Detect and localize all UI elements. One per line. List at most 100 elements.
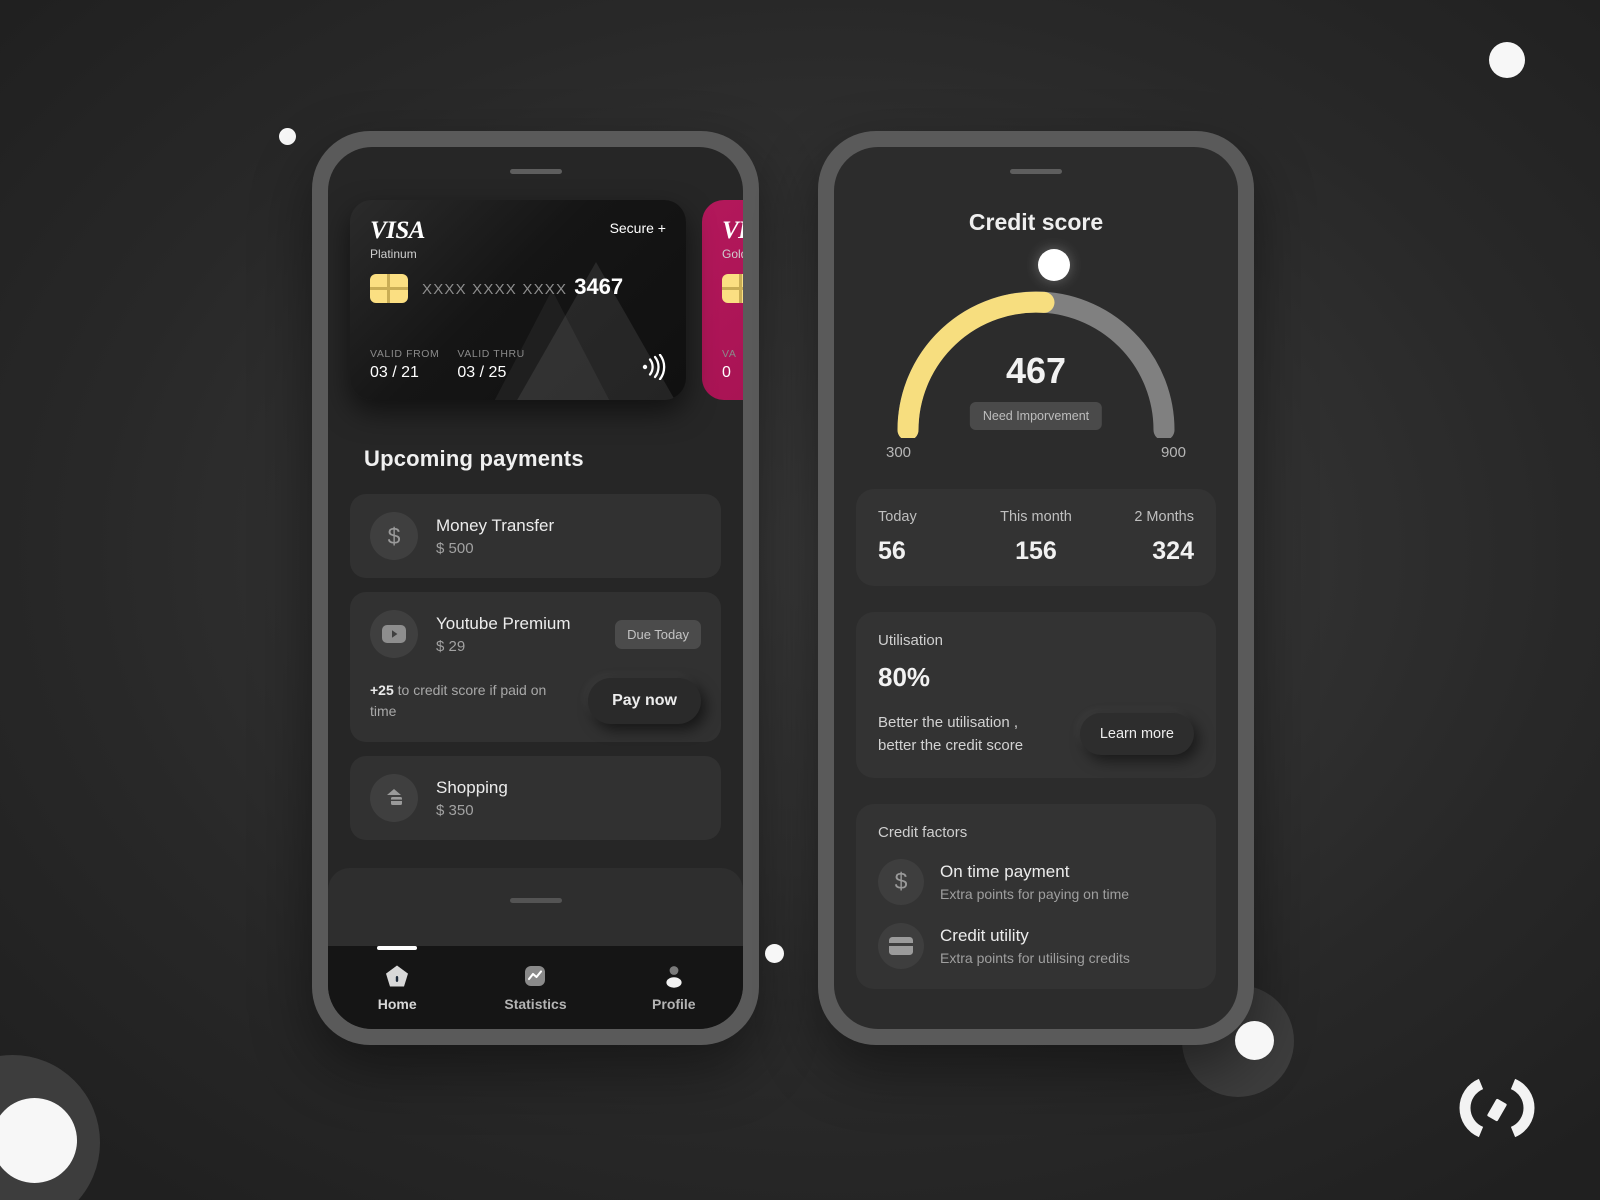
pay-now-button[interactable]: Pay now bbox=[588, 678, 701, 724]
stat-value: 324 bbox=[1152, 537, 1194, 565]
card-secure-label: Secure + bbox=[609, 220, 666, 236]
tab-home[interactable]: Home bbox=[328, 946, 466, 1029]
payment-amount: $ 350 bbox=[436, 801, 474, 819]
tab-profile[interactable]: Profile bbox=[605, 946, 743, 1029]
gauge-max-label: 900 bbox=[1160, 444, 1186, 461]
chip-icon-secondary bbox=[722, 274, 743, 303]
visa-logo-secondary: VISA bbox=[722, 217, 743, 244]
stat-value: 156 bbox=[1015, 537, 1057, 565]
dollar-glyph: $ bbox=[894, 868, 908, 894]
valid-thru-value: 03 / 25 bbox=[457, 364, 507, 381]
credit-score-value: 467 bbox=[1005, 350, 1067, 391]
tab-label-home: Home bbox=[377, 996, 417, 1012]
credit-score-note: +25 to credit score if paid on time bbox=[370, 680, 560, 722]
gauge-axis-labels: 300 900 bbox=[886, 444, 1186, 461]
payment-name: Youtube Premium bbox=[436, 613, 571, 633]
utilisation-description: Better the utilisation , better the cred… bbox=[878, 711, 1023, 758]
valid-thru-label: VALID THRU bbox=[457, 348, 525, 360]
valid-from-label-secondary: VA bbox=[722, 348, 737, 360]
status-notch-bar bbox=[509, 169, 562, 174]
credit-card-platinum[interactable]: VISA Platinum Secure + XXXX XXXX XXXX 34… bbox=[350, 200, 686, 400]
phone-mockup-left: VISA Platinum Secure + XXXX XXXX XXXX 34… bbox=[312, 131, 759, 1045]
dollar-glyph: $ bbox=[387, 522, 401, 549]
gauge-min-label: 300 bbox=[886, 444, 912, 461]
credit-factor-description: Extra points for paying on time bbox=[940, 885, 1130, 902]
credit-score-status-badge: Need Imporvement bbox=[969, 402, 1103, 430]
credit-score-bonus: +25 bbox=[370, 682, 394, 698]
card-tier-label-secondary: Gold bbox=[722, 247, 743, 261]
card-validity: VALID FROM 03 / 21 VALID THRU 03 / 25 bbox=[370, 348, 525, 382]
card-number: XXXX XXXX XXXX 3467 bbox=[422, 274, 623, 300]
utilisation-panel: Utilisation 80% Better the utilisation ,… bbox=[856, 612, 1216, 778]
credit-factors-panel: Credit factors $ On time payment Extra p… bbox=[856, 803, 1216, 989]
credit-score-gauge: 467 Need Imporvement bbox=[886, 249, 1186, 441]
card-number-mask: XXXX XXXX XXXX bbox=[422, 281, 568, 298]
credit-factor-credit-utility[interactable]: Credit utility Extra points for utilisin… bbox=[878, 922, 1194, 969]
card-validity-secondary: VA 0 bbox=[722, 348, 736, 382]
payment-amount: $ 29 bbox=[436, 637, 466, 655]
app-screen-home: VISA Platinum Secure + XXXX XXXX XXXX 34… bbox=[328, 147, 743, 1029]
app-screen-credit-score: Credit score 467 Need Imporvement 300 90… bbox=[834, 147, 1238, 1029]
bottom-sheet-handle-area[interactable] bbox=[328, 868, 743, 946]
stat-label: Today bbox=[878, 509, 917, 525]
utilisation-description-line1: Better the utilisation , bbox=[878, 714, 1019, 731]
stat-label: This month bbox=[1000, 509, 1072, 525]
credit-card-icon bbox=[878, 922, 924, 969]
dollar-icon: $ bbox=[878, 858, 924, 905]
utilisation-description-line2: better the credit score bbox=[878, 737, 1024, 755]
credit-factor-on-time-payment[interactable]: $ On time payment Extra points for payin… bbox=[878, 858, 1194, 905]
bottom-navigation: Home Statistics Profile bbox=[328, 946, 743, 1029]
youtube-glyph bbox=[382, 625, 406, 643]
chip-icon bbox=[370, 274, 408, 303]
upcoming-payments-list: $ Money Transfer $ 500 Youtube Premium $… bbox=[350, 494, 721, 840]
payment-item-shopping[interactable]: Shopping $ 350 bbox=[350, 756, 721, 840]
payment-name: Money Transfer bbox=[436, 515, 555, 535]
gauge-knob[interactable] bbox=[1038, 249, 1070, 281]
phone-mockup-right: Credit score 467 Need Imporvement 300 90… bbox=[818, 131, 1254, 1045]
canvas: VISA Platinum Secure + XXXX XXXX XXXX 34… bbox=[0, 0, 1600, 1200]
learn-more-button[interactable]: Learn more bbox=[1079, 713, 1194, 756]
dollar-icon: $ bbox=[370, 512, 418, 560]
contactless-icon bbox=[642, 354, 666, 380]
person-icon bbox=[666, 966, 682, 988]
payment-name: Shopping bbox=[436, 777, 508, 797]
valid-from-value: 03 / 21 bbox=[370, 364, 419, 381]
valid-from-value-secondary: 0 bbox=[722, 364, 731, 381]
chart-icon bbox=[525, 966, 546, 986]
credit-score-title: Credit score bbox=[968, 209, 1104, 235]
score-stats-panel: Today 56 This month 156 2 Months 324 bbox=[856, 489, 1216, 586]
payment-item-money-transfer[interactable]: $ Money Transfer $ 500 bbox=[350, 494, 721, 578]
active-tab-indicator bbox=[377, 946, 418, 950]
decor-circle-top-left bbox=[279, 128, 296, 145]
decor-circle-top-right bbox=[1489, 42, 1525, 78]
shopping-bag-icon bbox=[370, 774, 418, 822]
card-number-last4: 3467 bbox=[574, 274, 624, 299]
valid-from-block: VALID FROM 03 / 21 bbox=[370, 348, 439, 382]
tab-statistics[interactable]: Statistics bbox=[466, 946, 604, 1029]
sheet-drag-handle[interactable] bbox=[509, 898, 562, 903]
stat-this-month: This month 156 bbox=[983, 509, 1088, 566]
card-tier-label: Platinum bbox=[370, 247, 417, 261]
utilisation-percent: 80% bbox=[878, 662, 931, 692]
credit-card-gold[interactable]: VISA Gold VA 0 bbox=[702, 200, 743, 400]
credit-card-glyph bbox=[889, 936, 913, 955]
valid-from-label: VALID FROM bbox=[370, 348, 440, 360]
youtube-icon bbox=[370, 610, 418, 658]
decor-circle-bottom-right bbox=[1235, 1021, 1274, 1060]
valid-thru-block: VALID THRU 03 / 25 bbox=[457, 348, 524, 382]
shopping-bag-glyph bbox=[387, 789, 402, 805]
page-title: Upcoming payments bbox=[364, 446, 584, 471]
utilisation-label: Utilisation bbox=[878, 632, 944, 649]
tab-label-statistics: Statistics bbox=[504, 996, 567, 1012]
payment-item-youtube-premium[interactable]: Youtube Premium $ 29 Due Today +25 to cr… bbox=[350, 592, 721, 742]
credit-factors-label: Credit factors bbox=[878, 823, 968, 841]
stat-label: 2 Months bbox=[1134, 509, 1194, 525]
stat-value: 56 bbox=[878, 537, 906, 565]
tab-label-profile: Profile bbox=[652, 996, 696, 1012]
status-badge-due-today: Due Today bbox=[615, 619, 701, 649]
card-carousel[interactable]: VISA Platinum Secure + XXXX XXXX XXXX 34… bbox=[328, 200, 743, 436]
stat-2-months: 2 Months 324 bbox=[1089, 509, 1194, 566]
credit-score-note-text: to credit score if paid on time bbox=[370, 682, 547, 719]
stat-today: Today 56 bbox=[878, 509, 983, 566]
credit-factor-name: On time payment bbox=[940, 861, 1070, 881]
